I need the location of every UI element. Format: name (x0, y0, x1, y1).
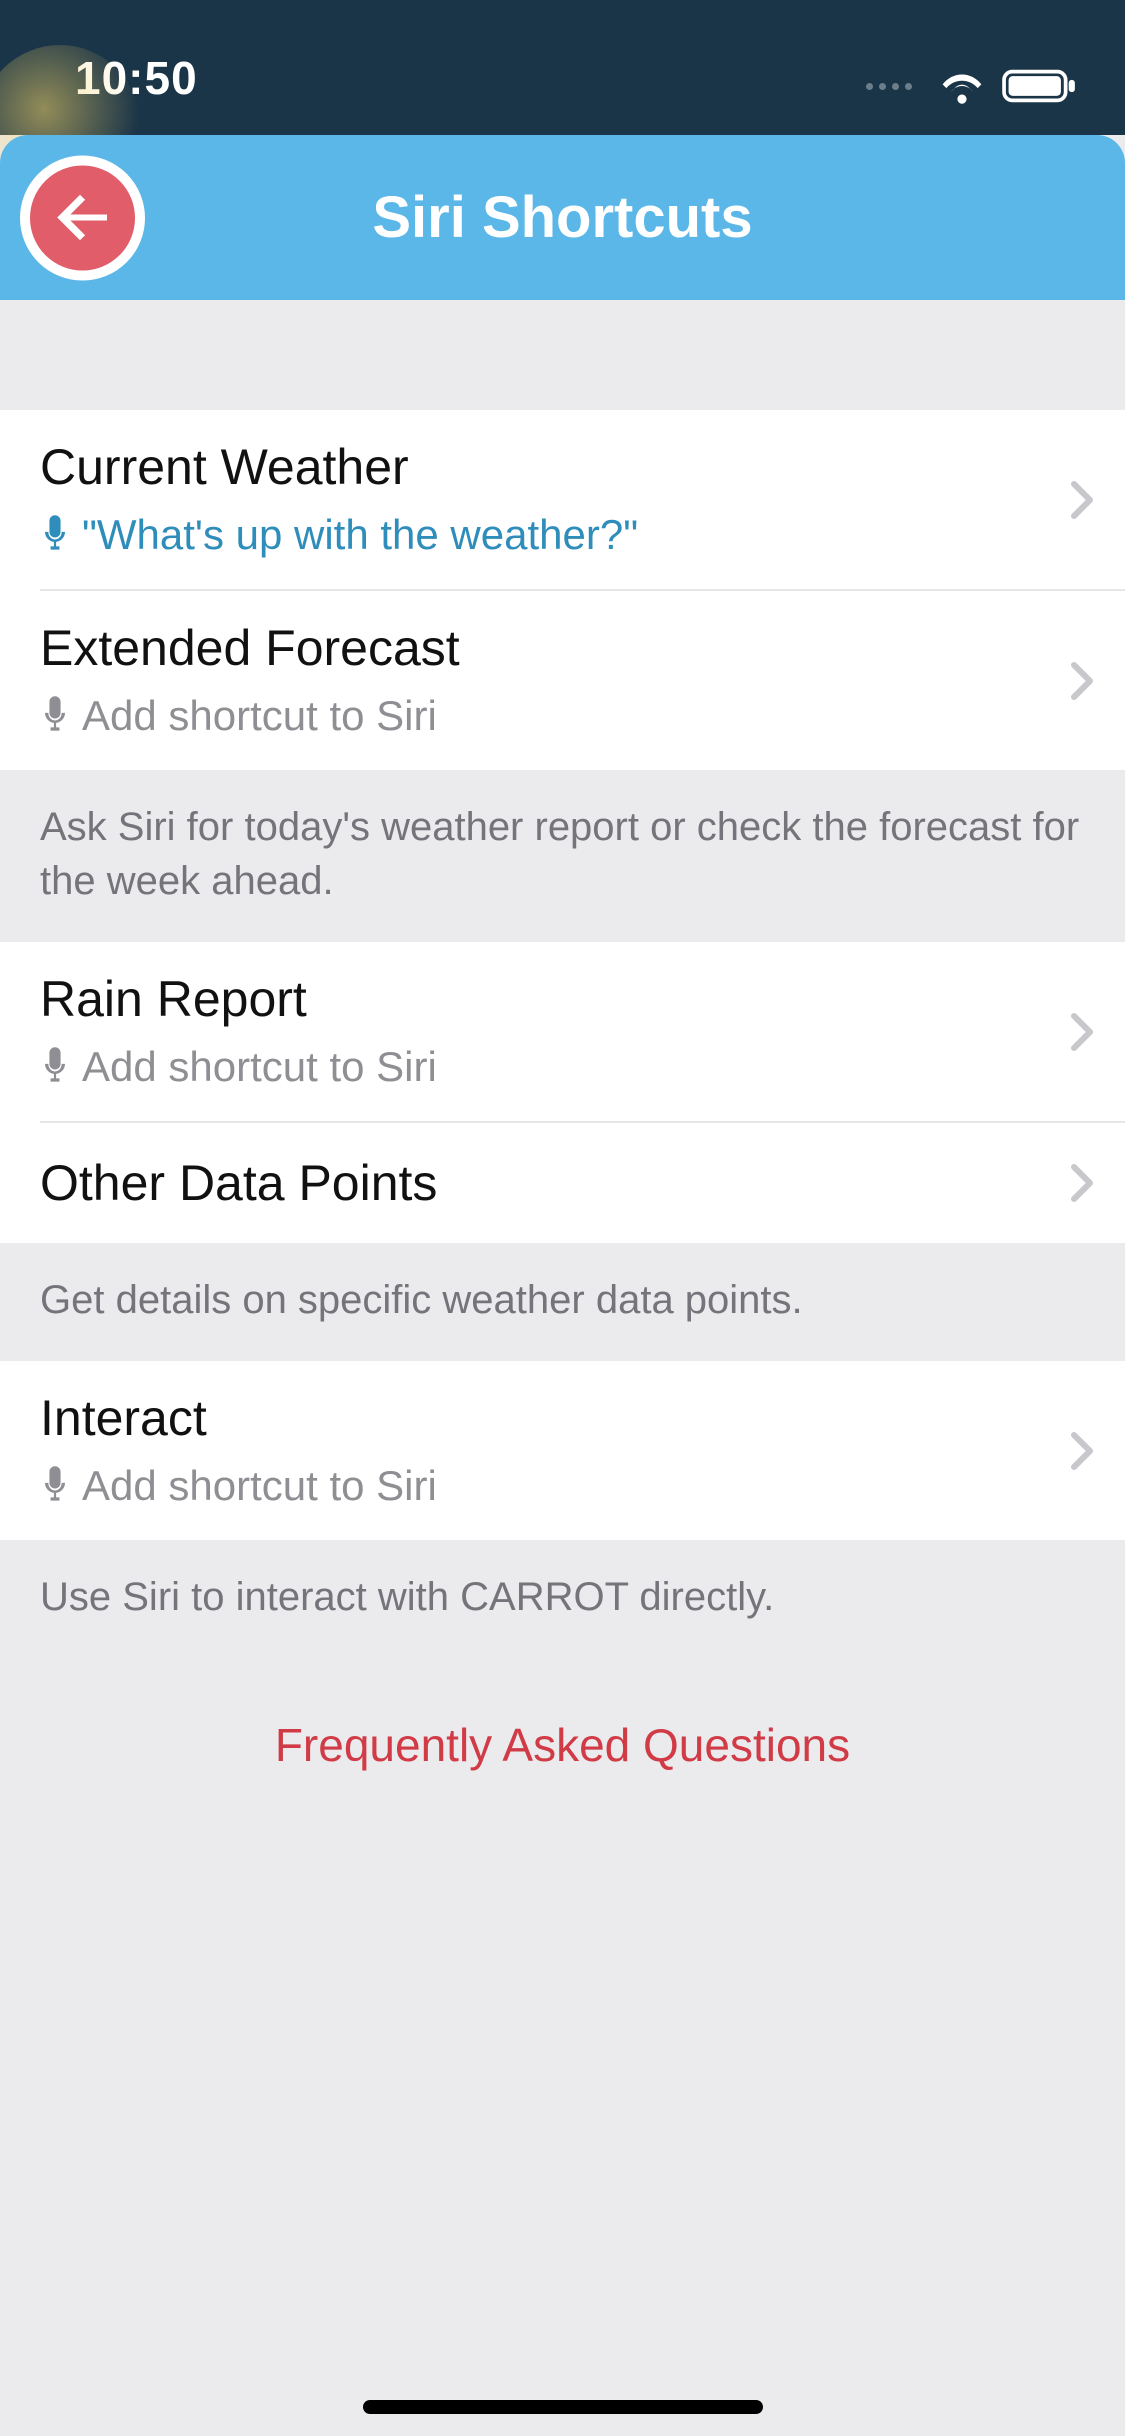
shortcut-row-interact[interactable]: Interact Add shortcut to Siri (0, 1361, 1125, 1540)
section-footer: Use Siri to interact with CARROT directl… (0, 1540, 1125, 1658)
faq-link[interactable]: Frequently Asked Questions (275, 1719, 850, 1771)
chevron-right-icon (1069, 661, 1095, 701)
section-footer: Ask Siri for today's weather report or c… (0, 770, 1125, 942)
microphone-icon (40, 513, 70, 558)
navbar: Siri Shortcuts (0, 135, 1125, 300)
wifi-icon (937, 67, 987, 105)
microphone-icon (40, 1045, 70, 1090)
row-title: Interact (40, 1391, 1085, 1446)
row-subtitle: Add shortcut to Siri (40, 1043, 1085, 1091)
microphone-icon (40, 1464, 70, 1509)
chevron-right-icon (1069, 480, 1095, 520)
row-title: Rain Report (40, 972, 1085, 1027)
faq-row: Frequently Asked Questions (0, 1658, 1125, 1832)
row-title: Current Weather (40, 440, 1085, 495)
status-icons (866, 67, 1080, 105)
row-subtitle: "What's up with the weather?" (40, 511, 1085, 559)
shortcut-row-other-data-points[interactable]: Other Data Points (0, 1123, 1125, 1243)
chevron-right-icon (1069, 1012, 1095, 1052)
status-time: 10:50 (75, 51, 198, 105)
signal-dots-icon (866, 83, 912, 90)
battery-icon (1002, 67, 1080, 105)
shortcut-row-extended-forecast[interactable]: Extended Forecast Add shortcut to Siri (0, 591, 1125, 770)
row-subtitle: Add shortcut to Siri (40, 692, 1085, 740)
row-title: Extended Forecast (40, 621, 1085, 676)
home-indicator[interactable] (363, 2400, 763, 2414)
chevron-right-icon (1069, 1163, 1095, 1203)
row-subtitle: Add shortcut to Siri (40, 1462, 1085, 1510)
page-title: Siri Shortcuts (0, 184, 1125, 251)
row-title: Other Data Points (40, 1156, 1085, 1211)
status-bar: 10:50 (0, 0, 1125, 135)
chevron-right-icon (1069, 1431, 1095, 1471)
shortcut-row-rain-report[interactable]: Rain Report Add shortcut to Siri (0, 942, 1125, 1121)
section-footer: Get details on specific weather data poi… (0, 1243, 1125, 1361)
spacer (0, 300, 1125, 410)
back-button[interactable] (20, 155, 145, 280)
shortcut-row-current-weather[interactable]: Current Weather "What's up with the weat… (0, 410, 1125, 589)
arrow-left-icon (47, 182, 119, 254)
microphone-icon (40, 694, 70, 739)
